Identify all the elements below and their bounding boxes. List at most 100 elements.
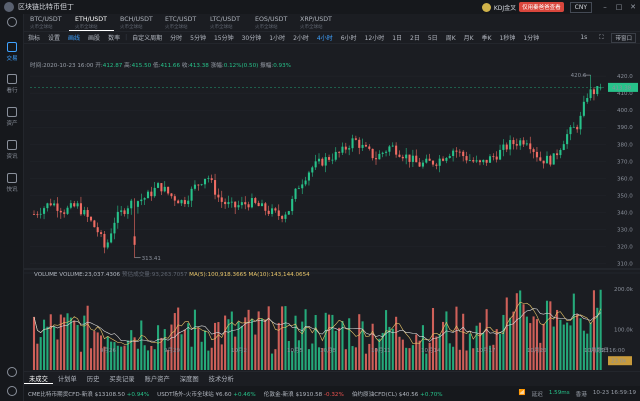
period-5d[interactable]: 5日 (424, 33, 442, 42)
tab-tech-analysis[interactable]: 技术分析 (204, 374, 239, 383)
candle-body (143, 198, 146, 200)
ticker-oil[interactable]: 伯约原油CFD(CL) $40.56 +0.70% (348, 390, 447, 398)
candle-body (525, 143, 528, 145)
candle-body (539, 157, 542, 161)
sidebar-item-news[interactable]: 资讯 (0, 140, 24, 160)
candle-body (291, 198, 294, 212)
candle-body (103, 233, 106, 248)
period-2h[interactable]: 2小时 (289, 33, 313, 42)
period-2d[interactable]: 2日 (406, 33, 424, 42)
candle-body (556, 153, 559, 156)
market-tab-ltc[interactable]: LTC/USDT 火币全球站 (204, 14, 249, 31)
tab-account-assets[interactable]: 账户资产 (140, 374, 175, 383)
x-tick-label: 10月14 (421, 347, 441, 354)
username[interactable]: KDJ金叉 (494, 3, 516, 12)
ticker-price: $40.56 (398, 391, 419, 398)
sidebar-item-trade[interactable]: 交易 (0, 42, 24, 62)
volume-bar (116, 345, 119, 370)
candle-body (214, 180, 217, 195)
close-icon[interactable]: ✕ (626, 3, 640, 11)
market-tab-eth[interactable]: ETH/USDT 火币全球站 (69, 14, 114, 31)
flash-icon (7, 173, 17, 183)
candle-body (421, 162, 424, 167)
layout-select[interactable]: 带窗口 (611, 32, 636, 43)
volume-bar (358, 314, 361, 370)
candle-body (227, 202, 230, 205)
period-month[interactable]: 月K (460, 33, 478, 42)
period-1d[interactable]: 1日 (388, 33, 406, 42)
currency-select[interactable]: CNY (569, 1, 592, 13)
period-quarter[interactable]: 季K (478, 33, 496, 42)
volume-bar (572, 293, 575, 370)
market-tab-etc[interactable]: ETC/USDT 火币全球站 (159, 14, 204, 31)
market-tab-btc[interactable]: BTC/USDT 火币全球站 (24, 14, 69, 31)
candle-body (364, 144, 367, 147)
minimize-icon[interactable]: – (598, 3, 612, 11)
volume-label[interactable]: VOLUME (34, 272, 57, 278)
period-week[interactable]: 周K (442, 33, 460, 42)
period-timeline[interactable]: 分时 (166, 33, 186, 42)
tab-history[interactable]: 历史 (82, 374, 105, 383)
custom-period-select[interactable]: 自定义周期 (128, 33, 166, 42)
settings-gear-icon[interactable] (7, 386, 17, 396)
tab-depth-chart[interactable]: 深度图 (175, 374, 204, 383)
period-4h[interactable]: 4小时 (313, 33, 337, 42)
draw-stock-button[interactable]: 画股 (84, 33, 104, 42)
ticker-gold[interactable]: 伦敦金-新浪 $1910.58 -0.32% (260, 390, 348, 398)
period-6h[interactable]: 6小时 (337, 33, 361, 42)
candle-body (582, 101, 585, 116)
tab-pair: ETH/USDT (75, 16, 107, 23)
period-15m[interactable]: 15分钟 (210, 33, 238, 42)
candle-body (458, 151, 461, 153)
notification-icon[interactable] (7, 367, 17, 377)
vip-badge[interactable]: 仅用秦爸爸查看 (519, 2, 564, 12)
ticker-cme[interactable]: CME比特币期货CFD-新浪 $13108.50 +0.94% (24, 390, 153, 398)
period-1s[interactable]: 1秒钟 (496, 33, 520, 42)
candle-body (224, 201, 227, 205)
tab-plan-orders[interactable]: 计划单 (53, 374, 82, 383)
chart-canvas[interactable]: 420.0 410.0 400.0 390.0 380.0 370.0 360.0 350.0… (24, 45, 640, 371)
volume-bar (32, 316, 36, 370)
period-1h[interactable]: 1小时 (265, 33, 289, 42)
volume-bar (157, 325, 160, 370)
sidebar-item-asset[interactable]: 资产 (0, 107, 24, 127)
volume-bar (485, 309, 488, 370)
sidebar-item-label: 交易 (6, 56, 18, 62)
candle-body (532, 149, 535, 152)
user-info[interactable]: KDJ金叉 仅用秦爸爸查看 (481, 2, 564, 12)
volume-bar (529, 323, 532, 370)
sidebar-item-flash[interactable]: 快讯 (0, 173, 24, 193)
interval-label[interactable]: 1s (576, 34, 591, 41)
volume-bar (361, 321, 364, 370)
sidebar-item-market[interactable]: 看行 (0, 74, 24, 94)
tab-trade-records[interactable]: 买卖记录 (104, 374, 139, 383)
period-12h[interactable]: 12小时 (361, 33, 389, 42)
tab-exchange: 火币全球站 (75, 25, 98, 30)
sidebar-logo[interactable] (0, 17, 24, 27)
ticker-price: $1910.58 (295, 391, 323, 398)
ticker-usdt[interactable]: USDT场外-火币全球站 ¥6.60 +0.46% (153, 390, 260, 398)
volume-bar (160, 337, 163, 370)
rate-button[interactable]: 数率 (104, 33, 124, 42)
candle-body (150, 191, 153, 197)
tab-open-orders[interactable]: 未成交 (24, 374, 53, 384)
fullscreen-icon[interactable]: ⛶ (595, 34, 607, 42)
period-5m[interactable]: 5分钟 (186, 33, 210, 42)
avatar[interactable] (481, 2, 491, 12)
market-tab-xrp[interactable]: XRP/USDT 火币全球站 (294, 14, 339, 31)
market-tab-eos[interactable]: EOS/USDT 火币全球站 (249, 14, 294, 31)
candle-body (294, 188, 297, 199)
market-tab-bch[interactable]: BCH/USDT 火币全球站 (114, 14, 159, 31)
draw-line-button[interactable]: 画线 (64, 33, 84, 42)
candlestick-chart[interactable]: 420.0 410.0 400.0 390.0 380.0 370.0 360.0 350.0… (24, 45, 640, 371)
maximize-icon[interactable]: □ (612, 3, 626, 11)
y-tick-label: 360.0 (617, 176, 633, 182)
candle-body (572, 126, 575, 128)
bottom-tabs: 未成交 计划单 历史 买卖记录 账户资产 深度图 技术分析 (24, 371, 640, 385)
news-icon (7, 140, 17, 150)
candle-body (562, 144, 565, 151)
indicator-button[interactable]: 指标 (24, 33, 44, 42)
settings-button[interactable]: 设置 (44, 33, 64, 42)
period-1min[interactable]: 1分钟 (519, 33, 543, 42)
period-30m[interactable]: 30分钟 (238, 33, 266, 42)
